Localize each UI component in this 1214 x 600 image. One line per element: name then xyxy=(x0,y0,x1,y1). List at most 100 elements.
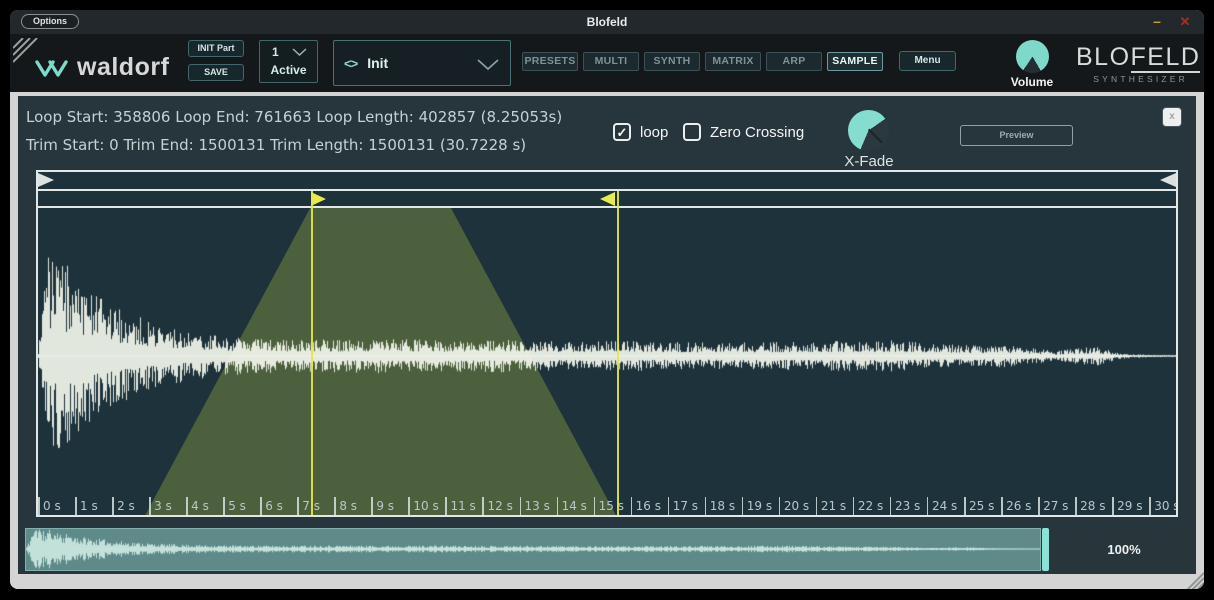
overview-scrollbar[interactable] xyxy=(25,528,1041,571)
axis-tick xyxy=(1001,497,1003,515)
axis-tick xyxy=(408,497,410,515)
xfade-knob-label: X-Fade xyxy=(836,153,902,170)
axis-label: 28 s xyxy=(1080,499,1105,513)
waldorf-logo: waldorf xyxy=(34,53,169,82)
zoom-level: 100% xyxy=(1052,528,1196,571)
axis-label: 24 s xyxy=(932,499,957,513)
zero-crossing-checkbox-label: Zero Crossing xyxy=(710,124,804,141)
axis-label: 25 s xyxy=(969,499,994,513)
save-button[interactable]: SAVE xyxy=(188,64,244,81)
axis-tick xyxy=(964,497,966,515)
sample-editor-panel: Loop Start: 358806 Loop End: 761663 Loop… xyxy=(18,96,1196,574)
menu-button[interactable]: Menu xyxy=(899,51,956,71)
axis-label: 17 s xyxy=(673,499,698,513)
axis-tick xyxy=(445,497,447,515)
part-selector[interactable]: 1 Active xyxy=(259,40,318,83)
tab-sample[interactable]: SAMPLE xyxy=(827,52,883,71)
axis-tick xyxy=(334,497,336,515)
blofeld-logo: BLOFELD SYNTHESIZER xyxy=(1076,43,1188,84)
resize-grip-bottom-right[interactable] xyxy=(1186,572,1204,589)
loop-start-line[interactable] xyxy=(311,191,313,515)
axis-label: 11 s xyxy=(450,499,475,513)
waveform-canvas xyxy=(38,208,1176,515)
axis-label: 23 s xyxy=(895,499,920,513)
titlebar: Blofeld Options – ✕ xyxy=(10,10,1204,34)
axis-label: 21 s xyxy=(821,499,846,513)
xfade-knob[interactable] xyxy=(848,110,889,151)
axis-tick xyxy=(38,497,40,515)
window-title: Blofeld xyxy=(10,10,1204,34)
tab-bar: PRESETS MULTI SYNTH MATRIX ARP SAMPLE xyxy=(522,52,883,71)
brand-text: waldorf xyxy=(77,53,169,82)
axis-tick xyxy=(260,497,262,515)
axis-tick xyxy=(1112,497,1114,515)
check-icon: ✓ xyxy=(617,125,628,140)
preset-selector[interactable]: <> Init xyxy=(333,40,511,86)
volume-knob[interactable] xyxy=(1016,40,1049,73)
time-axis: 0 s1 s2 s3 s4 s5 s6 s7 s8 s9 s10 s11 s12… xyxy=(38,496,1176,515)
axis-label: 2 s xyxy=(117,499,135,513)
loop-checkbox[interactable]: ✓ xyxy=(613,123,631,141)
axis-label: 15 s xyxy=(599,499,624,513)
axis-label: 18 s xyxy=(710,499,735,513)
trim-end-marker[interactable] xyxy=(1160,173,1176,187)
axis-tick xyxy=(1149,497,1151,515)
volume-knob-label: Volume xyxy=(1002,75,1062,89)
trim-info-text: Trim Start: 0 Trim End: 1500131 Trim Len… xyxy=(26,136,526,154)
axis-tick xyxy=(75,497,77,515)
loop-end-marker[interactable] xyxy=(600,192,615,206)
preset-prev-next-icon[interactable]: <> xyxy=(344,56,357,71)
axis-label: 14 s xyxy=(562,499,587,513)
tab-presets[interactable]: PRESETS xyxy=(522,52,578,71)
axis-tick xyxy=(853,497,855,515)
axis-tick xyxy=(297,497,299,515)
axis-label: 1 s xyxy=(80,499,98,513)
axis-label: 29 s xyxy=(1117,499,1142,513)
init-part-button[interactable]: INIT Part xyxy=(188,40,244,57)
axis-label: 10 s xyxy=(413,499,438,513)
zero-crossing-checkbox[interactable]: ✓ xyxy=(683,123,701,141)
axis-tick xyxy=(149,497,151,515)
axis-label: 9 s xyxy=(376,499,394,513)
trim-bar[interactable] xyxy=(38,172,1176,189)
tab-multi[interactable]: MULTI xyxy=(583,52,639,71)
trim-start-marker[interactable] xyxy=(38,173,54,187)
axis-label: 26 s xyxy=(1006,499,1031,513)
axis-tick xyxy=(779,497,781,515)
axis-label: 0 s xyxy=(43,499,61,513)
axis-tick xyxy=(1075,497,1077,515)
axis-label: 5 s xyxy=(228,499,246,513)
axis-label: 22 s xyxy=(858,499,883,513)
loop-info-text: Loop Start: 358806 Loop End: 761663 Loop… xyxy=(26,108,562,126)
axis-tick xyxy=(223,497,225,515)
axis-tick xyxy=(482,497,484,515)
axis-label: 8 s xyxy=(339,499,357,513)
preset-name: Init xyxy=(367,55,388,71)
tab-synth[interactable]: SYNTH xyxy=(644,52,700,71)
overview-resize-handle[interactable] xyxy=(1042,528,1049,571)
waveform-display[interactable]: 0 s1 s2 s3 s4 s5 s6 s7 s8 s9 s10 s11 s12… xyxy=(38,208,1176,515)
tab-arp[interactable]: ARP xyxy=(766,52,822,71)
preview-button[interactable]: Preview xyxy=(960,125,1073,146)
axis-tick xyxy=(594,497,596,515)
axis-label: 12 s xyxy=(487,499,512,513)
minimize-button[interactable]: – xyxy=(1146,10,1168,34)
window-frame: Loop Start: 358806 Loop End: 761663 Loop… xyxy=(10,92,1204,589)
screen-background: Blofeld Options – ✕ waldorf INIT Part SA… xyxy=(0,0,1214,600)
chevron-down-icon[interactable] xyxy=(291,47,308,57)
close-button[interactable]: ✕ xyxy=(1174,10,1196,34)
loop-bar[interactable] xyxy=(38,191,1176,206)
axis-tick xyxy=(631,497,633,515)
panel-close-button[interactable]: x xyxy=(1162,107,1182,127)
loop-end-line[interactable] xyxy=(617,191,619,515)
axis-label: 16 s xyxy=(636,499,661,513)
chevron-down-icon[interactable] xyxy=(476,58,500,71)
tab-matrix[interactable]: MATRIX xyxy=(705,52,761,71)
axis-tick xyxy=(112,497,114,515)
axis-label: 27 s xyxy=(1043,499,1068,513)
axis-label: 20 s xyxy=(784,499,809,513)
header-toolbar: waldorf INIT Part SAVE 1 Active <> Init xyxy=(10,34,1204,92)
axis-tick xyxy=(742,497,744,515)
options-button[interactable]: Options xyxy=(21,14,79,29)
loop-start-marker[interactable] xyxy=(311,192,326,206)
